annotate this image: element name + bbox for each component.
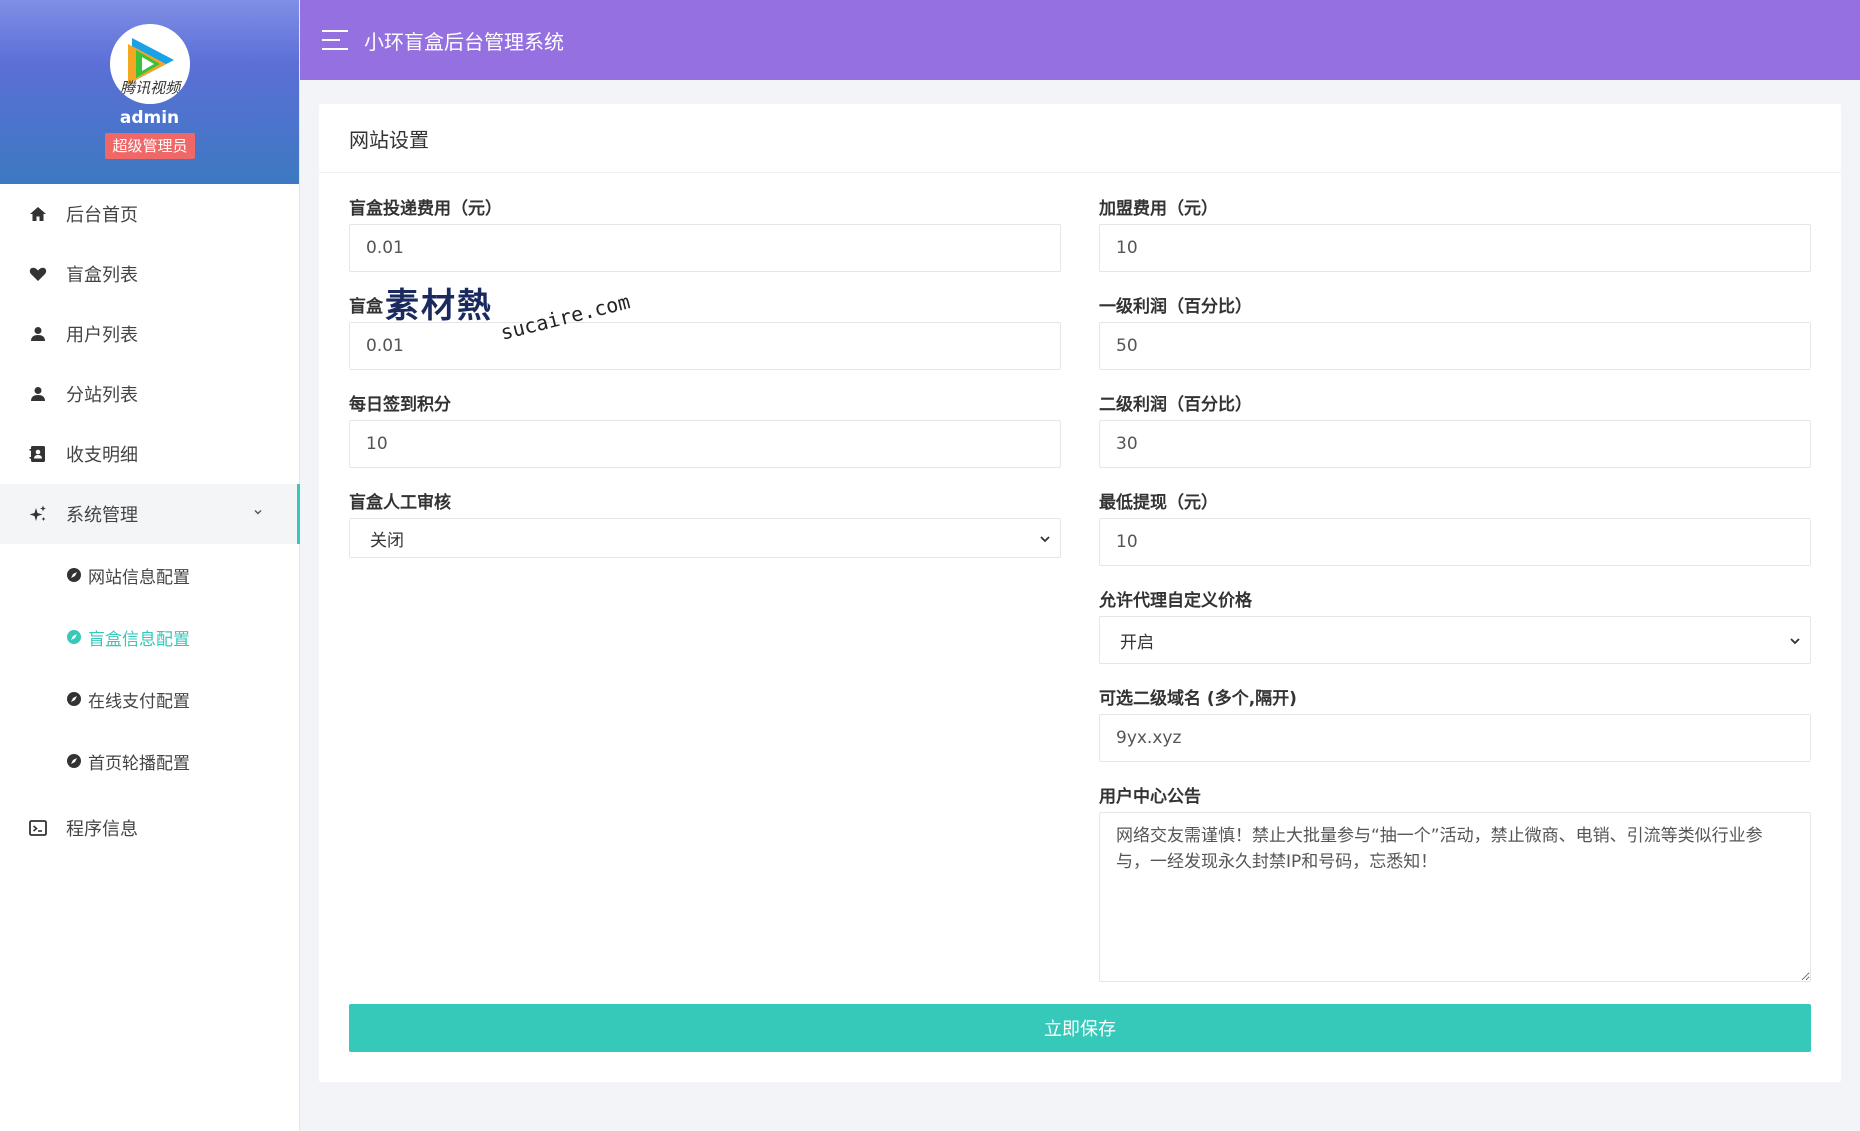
level1-profit-label: 一级利润（百分比） xyxy=(1099,297,1252,317)
sidebar-item-label: 程序信息 xyxy=(66,819,138,840)
sidebar-item-label: 后台首页 xyxy=(66,205,138,226)
level2-profit-input[interactable] xyxy=(1099,420,1811,468)
chevron-down-icon xyxy=(1040,536,1050,543)
min-withdraw-input[interactable] xyxy=(1099,518,1811,566)
role-badge: 超级管理员 xyxy=(105,133,195,159)
sidebar: 腾讯视频 admin 超级管理员 后台首页 盲盒列表 用户列表 分站列表 收支明… xyxy=(0,0,300,1131)
home-icon xyxy=(28,204,48,224)
save-button[interactable]: 立即保存 xyxy=(349,1004,1811,1052)
min-withdraw-label: 最低提现（元） xyxy=(1099,493,1218,513)
sidebar-menu-footer: 程序信息 xyxy=(0,798,299,858)
submenu-item-carousel-config[interactable]: 首页轮播配置 xyxy=(0,730,299,792)
menu-toggle-icon[interactable] xyxy=(322,30,348,50)
sidebar-item-label: 分站列表 xyxy=(66,385,138,406)
sidebar-profile: 腾讯视频 admin 超级管理员 xyxy=(0,0,299,184)
franchise-fee-input[interactable] xyxy=(1099,224,1811,272)
chevron-down-icon xyxy=(1790,638,1800,645)
sidebar-menu: 后台首页 盲盒列表 用户列表 分站列表 收支明细 系统管理 xyxy=(0,184,300,544)
sparkle-icon xyxy=(28,504,48,524)
second-fee-input[interactable] xyxy=(349,322,1061,370)
sidebar-item-system-management[interactable]: 系统管理 xyxy=(0,484,300,544)
submenu-item-label: 首页轮播配置 xyxy=(88,753,190,774)
sidebar-item-dashboard[interactable]: 后台首页 xyxy=(0,184,299,244)
avatar-logo-text: 腾讯视频 xyxy=(119,79,180,97)
manual-review-select[interactable]: 关闭 xyxy=(349,518,1061,558)
level1-profit-input[interactable] xyxy=(1099,322,1811,370)
watermark: 素材熱 sucaire.com xyxy=(385,275,632,345)
compass-icon xyxy=(66,567,82,583)
settings-card: 网站设置 盲盒投递费用（元） 盲盒 每日签到积分 盲盒人工审核 关闭 加盟费用（… xyxy=(319,104,1841,1082)
delivery-fee-label: 盲盒投递费用（元） xyxy=(349,199,502,219)
sidebar-item-user-list[interactable]: 用户列表 xyxy=(0,304,299,364)
daily-checkin-label: 每日签到积分 xyxy=(349,395,451,415)
manual-review-value: 关闭 xyxy=(370,530,404,551)
agent-custom-price-value: 开启 xyxy=(1120,632,1154,653)
agent-custom-price-select[interactable]: 开启 xyxy=(1099,616,1811,664)
delivery-fee-input[interactable] xyxy=(349,224,1061,272)
top-bar: 小环盲盒后台管理系统 xyxy=(300,0,1860,80)
notice-textarea[interactable]: 网络交友需谨慎！禁止大批量参与“抽一个”活动，禁止微商、电销、引流等类似行业参与… xyxy=(1099,812,1811,982)
system-submenu: 网站信息配置 盲盒信息配置 在线支付配置 首页轮播配置 xyxy=(0,544,299,792)
compass-icon xyxy=(66,691,82,707)
subdomains-input[interactable] xyxy=(1099,714,1811,762)
sidebar-item-program-info[interactable]: 程序信息 xyxy=(0,798,299,858)
contact-book-icon xyxy=(28,444,48,464)
agent-custom-price-label: 允许代理自定义价格 xyxy=(1099,591,1252,611)
chevron-down-icon xyxy=(254,510,262,515)
submenu-item-blindbox-config[interactable]: 盲盒信息配置 xyxy=(0,606,299,668)
level2-profit-label: 二级利润（百分比） xyxy=(1099,395,1252,415)
manual-review-label: 盲盒人工审核 xyxy=(349,493,451,513)
username: admin xyxy=(119,108,180,128)
sidebar-item-label: 用户列表 xyxy=(66,325,138,346)
compass-icon xyxy=(66,629,82,645)
compass-icon xyxy=(66,753,82,769)
submenu-item-payment-config[interactable]: 在线支付配置 xyxy=(0,668,299,730)
notice-label: 用户中心公告 xyxy=(1099,787,1201,807)
watermark-logo-text: 素材熱 xyxy=(385,285,493,326)
submenu-item-label: 在线支付配置 xyxy=(88,691,190,712)
daily-checkin-input[interactable] xyxy=(349,420,1061,468)
sidebar-item-substation-list[interactable]: 分站列表 xyxy=(0,364,299,424)
submenu-item-label: 盲盒信息配置 xyxy=(88,629,190,650)
sidebar-item-label: 收支明细 xyxy=(66,445,138,466)
submenu-item-site-config[interactable]: 网站信息配置 xyxy=(0,544,299,606)
app-title: 小环盲盒后台管理系统 xyxy=(364,29,564,54)
sidebar-item-transactions[interactable]: 收支明细 xyxy=(0,424,299,484)
avatar[interactable]: 腾讯视频 xyxy=(110,24,190,104)
subdomains-label: 可选二级域名 (多个,隔开) xyxy=(1099,689,1297,709)
second-fee-label: 盲盒 xyxy=(349,297,383,317)
card-title: 网站设置 xyxy=(319,104,1841,173)
user-icon xyxy=(28,324,48,344)
sidebar-item-label: 系统管理 xyxy=(66,505,138,526)
sidebar-item-blindbox-list[interactable]: 盲盒列表 xyxy=(0,244,299,304)
user-icon xyxy=(28,384,48,404)
submenu-item-label: 网站信息配置 xyxy=(88,567,190,588)
sidebar-item-label: 盲盒列表 xyxy=(66,265,138,286)
heart-icon xyxy=(28,264,48,284)
franchise-fee-label: 加盟费用（元） xyxy=(1099,199,1218,219)
terminal-icon xyxy=(28,818,48,838)
